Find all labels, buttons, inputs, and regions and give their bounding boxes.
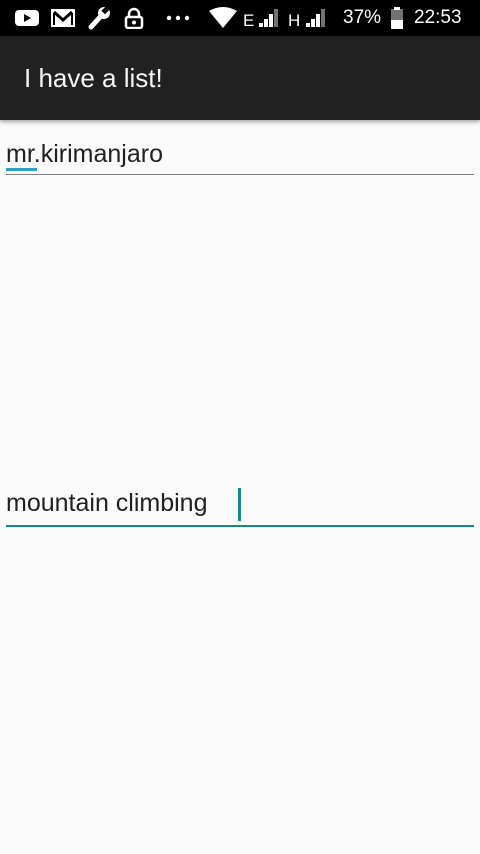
battery-icon (390, 6, 404, 30)
signal-icon (258, 6, 280, 30)
second-text-field-underline (6, 525, 474, 527)
app-bar: I have a list! (0, 36, 480, 120)
spellcheck-underline (6, 168, 37, 171)
network-type-label: H (288, 11, 301, 30)
signal-icon (305, 6, 327, 30)
first-text-field[interactable]: mr.kirimanjaro (6, 138, 474, 178)
status-bar: E H 37% 22:53 (0, 0, 480, 36)
wrench-icon (86, 6, 112, 30)
page-title: I have a list! (24, 63, 163, 93)
clock-time: 22:53 (414, 7, 462, 28)
wifi-icon (208, 6, 238, 30)
first-text-field-value: mr.kirimanjaro (6, 140, 163, 168)
text-cursor (238, 488, 241, 521)
battery-percent: 37% (343, 7, 382, 28)
network-type-label: E (243, 11, 255, 30)
first-text-field-underline (6, 174, 474, 175)
second-text-field[interactable]: mountain climbing (6, 486, 474, 530)
second-text-field-value: mountain climbing (6, 489, 208, 517)
lock-icon (124, 6, 144, 30)
more-dots-icon (166, 6, 190, 30)
youtube-icon (14, 6, 40, 30)
gmail-icon (50, 6, 76, 30)
